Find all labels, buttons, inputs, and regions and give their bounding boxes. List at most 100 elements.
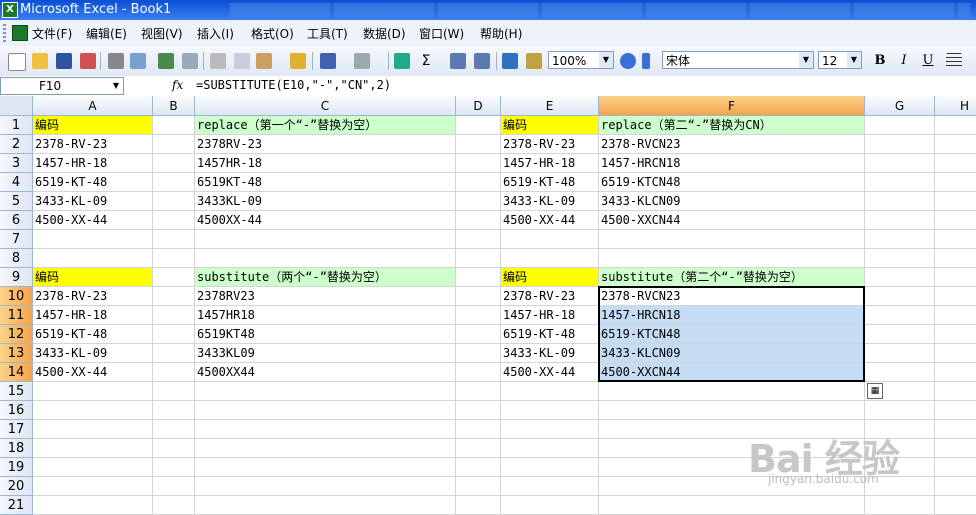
cell-h1[interactable] (935, 116, 976, 135)
cell-e4[interactable]: 6519-KT-48 (501, 173, 599, 192)
auto-fill-options-icon[interactable]: ▦ (867, 383, 883, 399)
cell-a18[interactable] (33, 439, 153, 458)
cell-d1[interactable] (456, 116, 501, 135)
cell-f10[interactable]: 2378-RVCN23 (599, 287, 865, 306)
cell-a7[interactable] (33, 230, 153, 249)
cell-e17[interactable] (501, 420, 599, 439)
cell-a12[interactable]: 6519-KT-48 (33, 325, 153, 344)
cell-b6[interactable] (153, 211, 195, 230)
cell-h2[interactable] (935, 135, 976, 154)
cell-a15[interactable] (33, 382, 153, 401)
cell-g1[interactable] (865, 116, 935, 135)
cell-b1[interactable] (153, 116, 195, 135)
cell-a20[interactable] (33, 477, 153, 496)
cell-h4[interactable] (935, 173, 976, 192)
font-size-combo[interactable]: 12 ▼ (818, 51, 862, 69)
cell-b9[interactable] (153, 268, 195, 287)
column-header-a[interactable]: A (33, 96, 153, 116)
cell-c5[interactable]: 3433KL-09 (195, 192, 456, 211)
cell-g8[interactable] (865, 249, 935, 268)
chevron-down-icon[interactable]: ▼ (847, 52, 861, 68)
cell-e20[interactable] (501, 477, 599, 496)
cell-a1[interactable]: 编码 (33, 116, 153, 135)
column-header-c[interactable]: C (195, 96, 456, 116)
cell-d16[interactable] (456, 401, 501, 420)
cell-e6[interactable]: 4500-XX-44 (501, 211, 599, 230)
cell-c18[interactable] (195, 439, 456, 458)
row-header-11[interactable]: 11 (0, 306, 33, 325)
cell-d11[interactable] (456, 306, 501, 325)
cell-d4[interactable] (456, 173, 501, 192)
column-header-e[interactable]: E (501, 96, 599, 116)
row-header-4[interactable]: 4 (0, 173, 33, 192)
cell-g10[interactable] (865, 287, 935, 306)
cell-e19[interactable] (501, 458, 599, 477)
cell-c4[interactable]: 6519KT-48 (195, 173, 456, 192)
cell-a11[interactable]: 1457-HR-18 (33, 306, 153, 325)
row-header-10[interactable]: 10 (0, 287, 33, 306)
menu-help[interactable]: 帮助(H) (480, 25, 522, 42)
cell-d14[interactable] (456, 363, 501, 382)
menu-tools[interactable]: 工具(T) (307, 25, 348, 42)
cell-a21[interactable] (33, 496, 153, 515)
cell-d10[interactable] (456, 287, 501, 306)
cell-b10[interactable] (153, 287, 195, 306)
row-header-15[interactable]: 15 (0, 382, 33, 401)
cell-f1[interactable]: replace（第二“-”替换为CN） (599, 116, 865, 135)
cell-c8[interactable] (195, 249, 456, 268)
name-box[interactable]: F10 ▼ (0, 77, 124, 95)
italic-button[interactable]: I (896, 53, 912, 69)
cell-a19[interactable] (33, 458, 153, 477)
column-header-f[interactable]: F (599, 96, 865, 116)
cell-a4[interactable]: 6519-KT-48 (33, 173, 153, 192)
cell-g16[interactable] (865, 401, 935, 420)
cell-a10[interactable]: 2378-RV-23 (33, 287, 153, 306)
cell-h7[interactable] (935, 230, 976, 249)
row-header-16[interactable]: 16 (0, 401, 33, 420)
cell-e5[interactable]: 3433-KL-09 (501, 192, 599, 211)
cell-d9[interactable] (456, 268, 501, 287)
menu-insert[interactable]: 插入(I) (197, 25, 234, 42)
column-header-d[interactable]: D (456, 96, 501, 116)
cell-h19[interactable] (935, 458, 976, 477)
cell-h14[interactable] (935, 363, 976, 382)
row-header-3[interactable]: 3 (0, 154, 33, 173)
row-header-17[interactable]: 17 (0, 420, 33, 439)
cell-f3[interactable]: 1457-HRCN18 (599, 154, 865, 173)
cell-b4[interactable] (153, 173, 195, 192)
row-header-2[interactable]: 2 (0, 135, 33, 154)
cell-g12[interactable] (865, 325, 935, 344)
cell-d13[interactable] (456, 344, 501, 363)
row-header-19[interactable]: 19 (0, 458, 33, 477)
cell-g9[interactable] (865, 268, 935, 287)
cell-c17[interactable] (195, 420, 456, 439)
cell-a14[interactable]: 4500-XX-44 (33, 363, 153, 382)
research-icon[interactable] (182, 53, 198, 69)
cell-b2[interactable] (153, 135, 195, 154)
cell-e13[interactable]: 3433-KL-09 (501, 344, 599, 363)
cell-c9[interactable]: substitute（两个“-”替换为空） (195, 268, 456, 287)
row-header-7[interactable]: 7 (0, 230, 33, 249)
cell-c15[interactable] (195, 382, 456, 401)
row-header-14[interactable]: 14 (0, 363, 33, 382)
menu-window[interactable]: 窗口(W) (419, 25, 464, 42)
open-icon[interactable] (32, 53, 48, 69)
cell-f14[interactable]: 4500-XXCN44 (599, 363, 865, 382)
format-painter-icon[interactable] (290, 53, 306, 69)
cell-g3[interactable] (865, 154, 935, 173)
cell-g13[interactable] (865, 344, 935, 363)
cell-h16[interactable] (935, 401, 976, 420)
cell-b7[interactable] (153, 230, 195, 249)
cell-c7[interactable] (195, 230, 456, 249)
cell-c3[interactable]: 1457HR-18 (195, 154, 456, 173)
cell-f16[interactable] (599, 401, 865, 420)
cell-d15[interactable] (456, 382, 501, 401)
cell-e21[interactable] (501, 496, 599, 515)
insert-function-icon[interactable]: fx (172, 78, 183, 92)
cell-h9[interactable] (935, 268, 976, 287)
cell-e9[interactable]: 编码 (501, 268, 599, 287)
cell-h18[interactable] (935, 439, 976, 458)
cell-b21[interactable] (153, 496, 195, 515)
cell-h21[interactable] (935, 496, 976, 515)
cell-f12[interactable]: 6519-KTCN48 (599, 325, 865, 344)
